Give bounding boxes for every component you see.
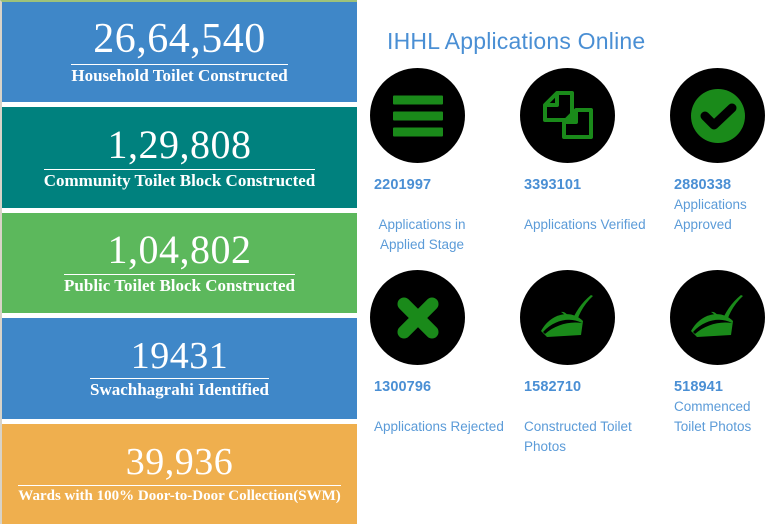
stat-label: Swachhagrahi Identified	[90, 378, 269, 400]
app-stat-approved[interactable]: 2880338 Applications Approved	[660, 68, 784, 254]
stat-label: Public Toilet Block Constructed	[64, 274, 295, 296]
app-stat-number: 1300796	[374, 379, 510, 395]
leaf-icon[interactable]	[670, 270, 765, 365]
app-stat-number: 518941	[674, 379, 784, 395]
app-stat-verified[interactable]: 3393101 Applications Verified	[510, 68, 660, 254]
app-stat-constructed-photos[interactable]: 1582710 Constructed Toilet Photos	[510, 270, 660, 456]
dashboard-page: 26,64,540 Household Toilet Constructed 1…	[0, 0, 784, 524]
app-stat-label: Applications Verified	[524, 215, 660, 235]
documents-copy-icon[interactable]	[520, 68, 615, 163]
applications-row: 2201997 Applications in Applied Stage 33…	[360, 68, 784, 254]
app-stat-label: Constructed Toilet Photos	[524, 417, 660, 456]
stat-card-wards-door-to-door[interactable]: 39,936 Wards with 100% Door-to-Door Coll…	[2, 424, 357, 524]
app-stat-label: Applications in Applied Stage	[374, 215, 470, 254]
statistics-panel: 26,64,540 Household Toilet Constructed 1…	[0, 0, 357, 524]
stat-label: Household Toilet Constructed	[71, 64, 287, 86]
stat-card-community-toilet-block[interactable]: 1,29,808 Community Toilet Block Construc…	[2, 107, 357, 207]
cross-x-glyph	[393, 293, 443, 343]
stat-card-household-toilet[interactable]: 26,64,540 Household Toilet Constructed	[2, 2, 357, 102]
app-stat-number: 2880338	[674, 177, 784, 193]
stat-value: 1,04,802	[100, 230, 260, 271]
stat-card-public-toilet-block[interactable]: 1,04,802 Public Toilet Block Constructed	[2, 213, 357, 313]
check-circle-icon[interactable]	[670, 68, 765, 163]
app-stat-applied-stage[interactable]: 2201997 Applications in Applied Stage	[360, 68, 510, 254]
documents-copy-glyph	[539, 87, 597, 145]
app-stat-number: 1582710	[524, 379, 660, 395]
panel-title: IHHL Applications Online	[387, 28, 645, 55]
leaf-glyph	[537, 291, 599, 345]
applications-row: 1300796 Applications Rejected 1582710 Co…	[360, 270, 784, 456]
stat-label: Community Toilet Block Constructed	[44, 169, 316, 191]
stat-label: Wards with 100% Door-to-Door Collection(…	[18, 485, 340, 505]
stat-value: 39,936	[118, 443, 242, 482]
leaf-glyph	[687, 291, 749, 345]
stat-value: 19431	[123, 337, 237, 376]
applications-grid: 2201997 Applications in Applied Stage 33…	[360, 68, 784, 456]
app-stat-number: 3393101	[524, 177, 660, 193]
ihhl-applications-panel: IHHL Applications Online 2201997 Applica…	[360, 0, 784, 524]
app-stat-label: Applications Rejected	[374, 417, 510, 437]
check-circle-glyph	[688, 86, 748, 146]
app-stat-commenced-photos[interactable]: 518941 Commenced Toilet Photos	[660, 270, 784, 456]
app-stat-number: 2201997	[374, 177, 510, 193]
app-stat-label: Commenced Toilet Photos	[674, 397, 784, 436]
leaf-icon[interactable]	[520, 270, 615, 365]
app-stat-rejected[interactable]: 1300796 Applications Rejected	[360, 270, 510, 456]
stat-card-swachhagrahi[interactable]: 19431 Swachhagrahi Identified	[2, 318, 357, 418]
stat-value: 1,29,808	[100, 125, 260, 166]
stat-value: 26,64,540	[85, 18, 274, 61]
app-stat-label: Applications Approved	[674, 195, 784, 234]
menu-bars-icon[interactable]	[370, 68, 465, 163]
cross-x-icon[interactable]	[370, 270, 465, 365]
menu-bars-glyph	[393, 95, 443, 136]
